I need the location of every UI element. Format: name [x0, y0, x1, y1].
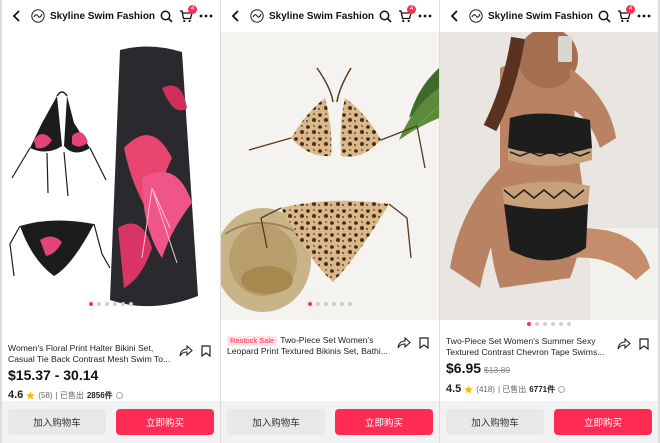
share-icon[interactable]: [617, 337, 631, 351]
rating-row[interactable]: 4.5 (418) | 已售出 6771件: [446, 383, 566, 395]
carousel-dot[interactable]: [97, 302, 101, 306]
search-icon[interactable]: [594, 6, 614, 26]
rating-value: 4.5: [446, 383, 462, 395]
search-icon[interactable]: [156, 6, 176, 26]
sold-label: | 已售出: [497, 384, 527, 394]
carousel-dot[interactable]: [348, 302, 352, 306]
add-to-cart-button[interactable]: 加入购物车: [8, 409, 106, 435]
add-to-cart-button[interactable]: 加入购物车: [446, 409, 544, 435]
carousel-dot[interactable]: [113, 302, 117, 306]
price: $15.37 - 30.14: [8, 367, 98, 383]
bookmark-icon[interactable]: [639, 337, 651, 351]
back-icon[interactable]: [444, 5, 466, 27]
product-title[interactable]: Two-Piece Set Women's Summer Sexy Textur…: [446, 336, 612, 357]
product-image[interactable]: [2, 28, 220, 320]
carousel-dot[interactable]: [332, 302, 336, 306]
star-icon: [464, 384, 473, 394]
carousel-dot[interactable]: [308, 302, 312, 306]
carousel-dot[interactable]: [527, 322, 531, 326]
carousel-dot[interactable]: [340, 302, 344, 306]
sold-count: 2856件: [86, 390, 113, 400]
rating-row[interactable]: 4.6 (58) | 已售出 2856件: [8, 389, 123, 401]
carousel-dot[interactable]: [121, 302, 125, 306]
bottom-action-bar: 加入购物车 立即购买: [440, 401, 658, 443]
top-bar: Skyline Swim Fashion 4: [440, 0, 658, 32]
carousel-dot[interactable]: [324, 302, 328, 306]
more-icon[interactable]: [634, 6, 654, 26]
buy-now-button[interactable]: 立即购买: [554, 409, 652, 435]
buy-now-button[interactable]: 立即购买: [335, 409, 433, 435]
bottom-action-bar: 加入购物车 立即购买: [221, 401, 439, 443]
cart-icon[interactable]: 4: [614, 5, 635, 26]
carousel-dot[interactable]: [89, 302, 93, 306]
share-icon[interactable]: [179, 344, 193, 358]
bookmark-icon[interactable]: [201, 344, 213, 358]
product-page-2: Skyline Swim Fashion 4 Restock Sale Two-…: [221, 0, 439, 443]
product-page-1: Skyline Swim Fashion 4 Women's Floral Pr…: [2, 0, 220, 443]
product-image[interactable]: [440, 28, 658, 320]
buy-now-button[interactable]: 立即购买: [116, 409, 214, 435]
original-price: $13.89: [484, 365, 511, 375]
store-logo-icon[interactable]: [30, 8, 46, 24]
bottom-action-bar: 加入购物车 立即购买: [2, 401, 220, 443]
add-to-cart-button[interactable]: 加入购物车: [227, 409, 325, 435]
store-name[interactable]: Skyline Swim Fashion: [269, 11, 375, 22]
product-title[interactable]: Restock Sale Two-Piece Set Women's Leopar…: [227, 335, 393, 357]
price-value: $15.37 - 30.14: [8, 367, 99, 383]
carousel-dot[interactable]: [129, 302, 133, 306]
carousel-dot[interactable]: [551, 322, 555, 326]
share-icon[interactable]: [397, 336, 411, 350]
carousel-dots: [2, 302, 220, 306]
sold-label: | 已售出: [55, 390, 84, 400]
store-logo-icon[interactable]: [249, 8, 265, 24]
price: $6.95 $13.89: [446, 360, 510, 376]
screens: Skyline Swim Fashion 4 Women's Floral Pr…: [0, 0, 660, 443]
restock-sale-badge: Restock Sale: [227, 336, 278, 346]
store-logo-icon[interactable]: [468, 8, 484, 24]
carousel-dot[interactable]: [543, 322, 547, 326]
rating-value: 4.6: [8, 389, 24, 401]
carousel-dot[interactable]: [567, 322, 571, 326]
cart-icon[interactable]: 4: [395, 5, 416, 26]
store-name[interactable]: Skyline Swim Fashion: [488, 11, 594, 22]
star-icon: [26, 390, 35, 400]
top-bar: Skyline Swim Fashion 4: [2, 0, 220, 32]
carousel-dot[interactable]: [316, 302, 320, 306]
back-icon[interactable]: [225, 5, 247, 27]
carousel-dot[interactable]: [535, 322, 539, 326]
info-icon[interactable]: [115, 391, 123, 399]
more-icon[interactable]: [196, 6, 216, 26]
more-icon[interactable]: [415, 6, 435, 26]
store-name[interactable]: Skyline Swim Fashion: [50, 11, 156, 22]
info-icon[interactable]: [558, 385, 566, 393]
product-title[interactable]: Women's Floral Print Halter Bikini Set, …: [8, 343, 174, 364]
top-bar: Skyline Swim Fashion 4: [221, 0, 439, 32]
carousel-dots: [221, 302, 439, 306]
product-page-3: Skyline Swim Fashion 4 Two-Piece Set Wom…: [440, 0, 658, 443]
review-count: (418): [476, 384, 495, 394]
review-count: (58): [38, 390, 53, 400]
back-icon[interactable]: [6, 5, 28, 27]
price-value: $6.95: [446, 360, 482, 376]
search-icon[interactable]: [375, 6, 395, 26]
carousel-dot[interactable]: [559, 322, 563, 326]
bookmark-icon[interactable]: [419, 336, 431, 350]
carousel-dots: [440, 322, 658, 326]
cart-icon[interactable]: 4: [176, 5, 197, 26]
product-image[interactable]: [221, 28, 439, 320]
carousel-dot[interactable]: [105, 302, 109, 306]
sold-count: 6771件: [529, 384, 556, 394]
